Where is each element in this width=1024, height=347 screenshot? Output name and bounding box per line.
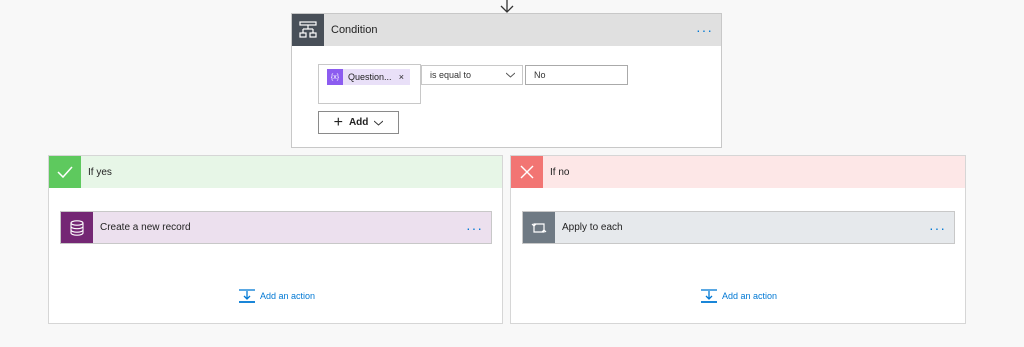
close-icon <box>511 156 543 188</box>
dynamic-content-token[interactable]: {x} Question... × <box>327 69 410 85</box>
add-action-icon <box>239 289 255 303</box>
condition-icon <box>292 14 324 46</box>
condition-more-button[interactable]: ··· <box>696 23 713 37</box>
condition-title: Condition <box>331 24 378 36</box>
add-action-label: Add an action <box>722 291 778 301</box>
condition-header[interactable]: Condition ··· <box>292 14 721 46</box>
apply-to-each-more-button[interactable]: ··· <box>929 221 946 235</box>
loop-icon <box>523 212 555 243</box>
dynamic-content-icon: {x} <box>327 69 343 85</box>
add-condition-button[interactable]: + Add <box>318 111 399 134</box>
add-action-icon <box>701 289 717 303</box>
down-arrow-icon <box>500 0 514 13</box>
plus-icon: + <box>333 113 343 131</box>
operator-value: is equal to <box>430 70 472 80</box>
if-no-add-action-button[interactable]: Add an action <box>701 289 777 303</box>
token-label: Question... <box>348 72 392 82</box>
condition-value-input[interactable]: No <box>525 65 628 85</box>
add-action-label: Add an action <box>260 291 316 301</box>
database-icon <box>61 212 93 243</box>
if-no-header[interactable]: If no <box>511 156 965 188</box>
if-no-title: If no <box>550 166 570 178</box>
if-yes-header[interactable]: If yes <box>49 156 502 188</box>
condition-left-operand[interactable]: {x} Question... × <box>318 64 421 104</box>
if-yes-branch: If yes Create a new record ··· Add an ac… <box>48 155 503 324</box>
chevron-down-icon <box>374 120 384 126</box>
create-record-more-button[interactable]: ··· <box>466 221 483 235</box>
if-yes-add-action-button[interactable]: Add an action <box>239 289 315 303</box>
chevron-down-icon <box>506 72 515 78</box>
condition-card[interactable]: Condition ··· {x} Question... × is equal… <box>291 13 722 148</box>
check-icon <box>49 156 81 188</box>
if-no-branch: If no Apply to each ··· Add an action <box>510 155 966 324</box>
create-record-title: Create a new record <box>100 222 191 233</box>
add-button-label: Add <box>348 117 369 128</box>
apply-to-each-action[interactable]: Apply to each ··· <box>522 211 955 244</box>
if-yes-title: If yes <box>88 166 112 178</box>
create-record-action[interactable]: Create a new record ··· <box>60 211 492 244</box>
operator-select[interactable]: is equal to <box>421 65 523 85</box>
condition-value-text: No <box>534 70 546 80</box>
remove-token-button[interactable]: × <box>399 72 404 82</box>
apply-to-each-title: Apply to each <box>562 222 623 233</box>
